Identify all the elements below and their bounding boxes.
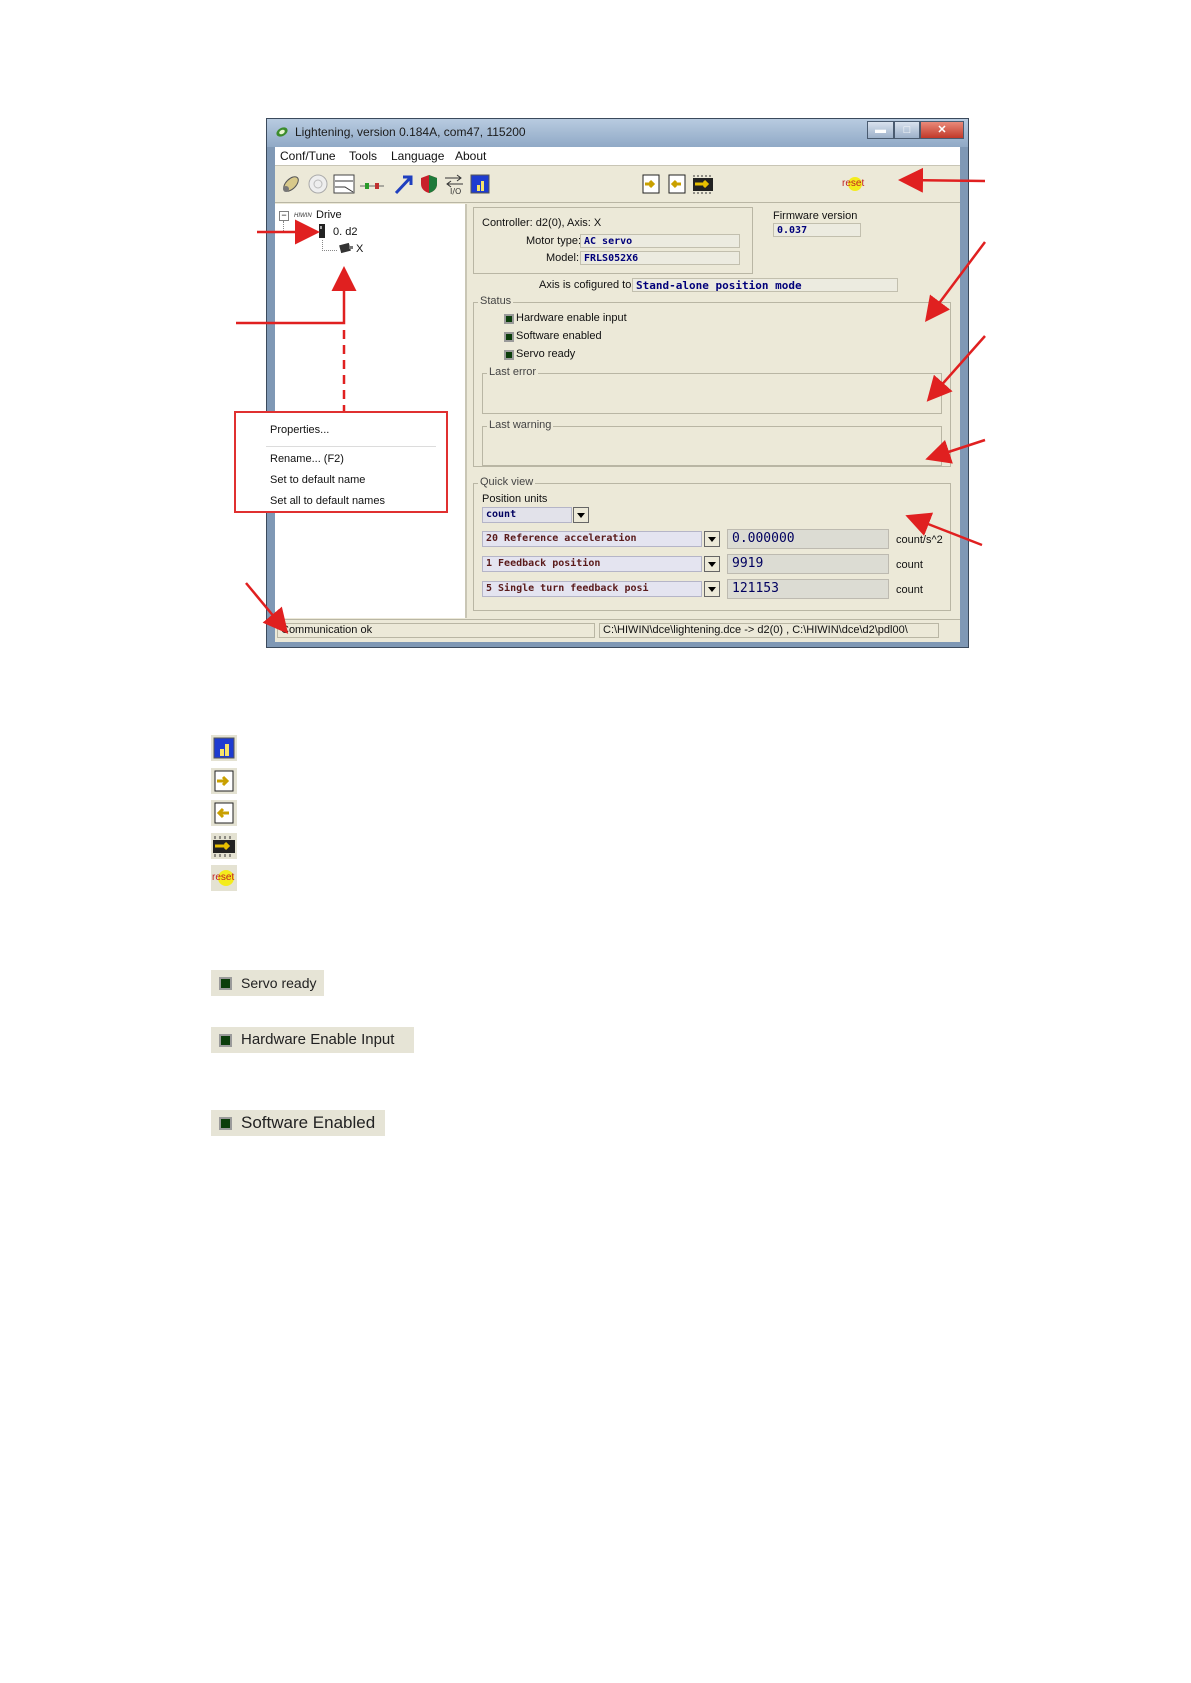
software-enabled-led-icon [219,1117,232,1130]
save-from-drive-icon [211,800,237,826]
arrow-axis-node [236,266,357,325]
arrow-status [925,241,986,322]
flash-memory-icon [211,833,237,859]
software-enabled-badge: Software Enabled [211,1110,385,1136]
hardware-enable-badge-label: Hardware Enable Input [241,1031,395,1048]
hardware-enable-led-icon [219,1034,232,1047]
arrow-last-error [926,335,986,402]
servo-ready-badge-label: Servo ready [241,975,317,991]
software-enabled-badge-label: Software Enabled [241,1113,376,1132]
annotation-arrows [236,167,986,634]
blue-chart-icon [211,735,237,761]
reset-legend: reset [211,865,237,891]
servo-ready-badge: Servo ready [211,970,324,996]
hardware-enable-badge: Hardware Enable Input [211,1027,414,1053]
reset-legend-label: reset [212,872,235,883]
arrow-last-warning [925,438,986,464]
servo-ready-led-icon [219,977,232,990]
arrow-status-bar [245,582,289,634]
load-to-drive-icon [211,768,237,794]
arrow-quick-view [905,512,983,547]
arrow-reset [898,167,986,193]
